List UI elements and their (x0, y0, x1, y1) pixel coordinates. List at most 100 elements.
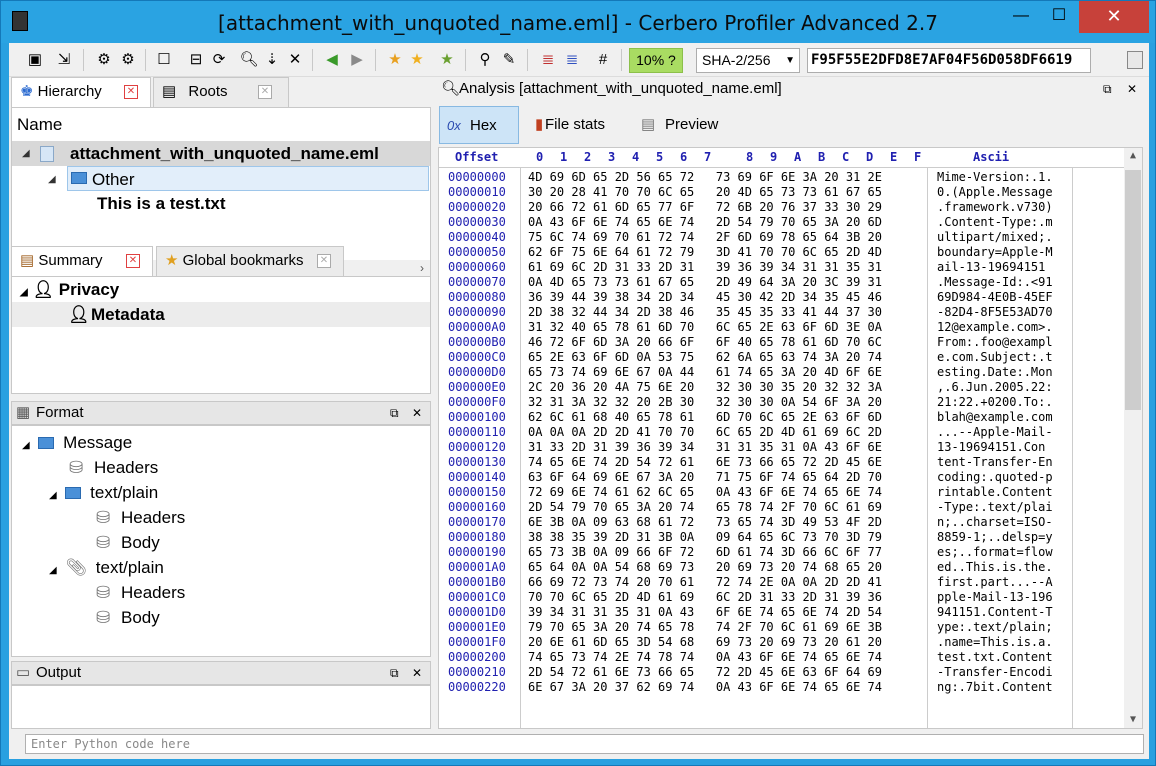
format-item[interactable]: ◢ 📎︎ text/plain (49, 555, 164, 580)
ascii-row[interactable]: Mime-Version:.1. (937, 170, 1053, 185)
hex-view[interactable]: Offset Ascii 0123456789ABCDEF 00000000 00… (438, 147, 1143, 729)
summary-item-metadata[interactable]: 👤︎ Metadata (12, 302, 430, 327)
format-item[interactable]: ⛁ Body (96, 530, 160, 555)
hex-bytes-row[interactable]: 39 34 31 31 35 31 0A 43 6F 6E 74 65 6E 7… (528, 605, 882, 620)
hex-bytes-row[interactable]: 65 2E 63 6F 6D 0A 53 75 62 6A 65 63 74 3… (528, 350, 882, 365)
zoom-icon[interactable]: 🔍︎ (239, 50, 259, 70)
bookmark-go-icon[interactable]: ★ (437, 50, 457, 70)
expand-arrow-icon[interactable]: ◢ (22, 440, 30, 451)
ascii-row[interactable]: ail-13-19694151 (937, 260, 1045, 275)
save-icon[interactable]: ▣ (25, 50, 45, 70)
hex-bytes-row[interactable]: 31 33 2D 31 39 36 39 34 31 31 35 31 0A 4… (528, 440, 882, 455)
bookmark-icon[interactable]: ★ (407, 50, 427, 70)
hex-bytes-row[interactable]: 0A 4D 65 73 73 61 67 65 2D 49 64 3A 20 3… (528, 275, 882, 290)
tab-preview[interactable]: ▤ Preview (635, 106, 725, 144)
float-panel-icon[interactable]: ⧉ (1103, 79, 1112, 99)
hex-bytes-column[interactable]: 4D 69 6D 65 2D 56 65 72 73 69 6F 6E 3A 2… (521, 168, 928, 728)
ascii-row[interactable]: 13-19694151.Con (937, 440, 1045, 455)
hex-bytes-row[interactable]: 38 38 35 39 2D 31 3B 0A 09 64 65 6C 73 7… (528, 530, 882, 545)
ascii-row[interactable]: -Transfer-Encodi (937, 665, 1053, 680)
ascii-row[interactable]: ,.6.Jun.2005.22: (937, 380, 1053, 395)
hex-bytes-row[interactable]: 63 6F 64 69 6E 67 3A 20 71 75 6F 74 65 6… (528, 470, 882, 485)
ascii-row[interactable]: 941151.Content-T (937, 605, 1053, 620)
ascii-row[interactable]: .name=This.is.a. (937, 635, 1053, 650)
ascii-row[interactable]: .Content-Type:.m (937, 215, 1053, 230)
hex-bytes-row[interactable]: 2D 38 32 44 34 2D 38 46 35 45 35 33 41 4… (528, 305, 882, 320)
close-icon[interactable]: ✕ (412, 402, 422, 424)
output-panel[interactable] (11, 685, 431, 729)
ascii-row[interactable]: rintable.Content (937, 485, 1053, 500)
open-icon[interactable]: ⇲ (54, 50, 74, 70)
ascii-row[interactable]: ed..This.is.the. (937, 560, 1053, 575)
ascii-row[interactable]: 0.(Apple.Message (937, 185, 1053, 200)
ascii-row[interactable]: -82D4-8F5E53AD70 (937, 305, 1053, 320)
hash-value-field[interactable]: F95F55E2DFD8E7AF04F56D058DF6619 (807, 48, 1091, 73)
float-panel-icon[interactable]: ⧉ (390, 662, 399, 684)
ascii-row[interactable]: ng:.7bit.Content (937, 680, 1053, 695)
python-console-input[interactable]: Enter Python code here (25, 734, 1144, 754)
ascii-row[interactable]: 69D984-4E0B-45EF (937, 290, 1053, 305)
hex-bytes-row[interactable]: 2D 54 72 61 6E 73 66 65 72 2D 45 6E 63 6… (528, 665, 882, 680)
remove-icon[interactable]: ✕ (285, 50, 305, 70)
ascii-row[interactable]: .Message-Id:.<91 (937, 275, 1053, 290)
hex-bytes-row[interactable]: 30 20 28 41 70 70 6C 65 20 4D 65 73 73 6… (528, 185, 882, 200)
tab-roots[interactable]: ▤ Roots ✕ (153, 77, 289, 107)
hex-bytes-row[interactable]: 62 6F 75 6E 64 61 72 79 3D 41 70 70 6C 6… (528, 245, 882, 260)
scroll-down-icon[interactable]: ▼ (1124, 714, 1142, 725)
ascii-row[interactable]: 12@example.com>. (937, 320, 1053, 335)
expand-arrow-icon[interactable]: ◢ (48, 167, 56, 192)
hex-bytes-row[interactable]: 65 73 74 69 6E 67 0A 44 61 74 65 3A 20 4… (528, 365, 882, 380)
minimize-button[interactable]: — (1003, 1, 1039, 33)
hex-bytes-row[interactable]: 74 65 73 74 2E 74 78 74 0A 43 6F 6E 74 6… (528, 650, 882, 665)
ascii-row[interactable]: ype:.text/plain; (937, 620, 1053, 635)
ascii-row[interactable]: 8859-1;..delsp=y (937, 530, 1053, 545)
settings-gear-icon[interactable]: ⚙ (94, 50, 114, 70)
close-icon[interactable]: ✕ (412, 662, 422, 684)
ascii-row[interactable]: e.com.Subject:.t (937, 350, 1053, 365)
copy-icon[interactable] (1127, 51, 1143, 69)
entropy-indicator[interactable]: 10% ? (629, 48, 683, 73)
hex-bytes-row[interactable]: 46 72 6F 6D 3A 20 66 6F 6F 40 65 78 61 6… (528, 335, 882, 350)
hex-bytes-row[interactable]: 31 32 40 65 78 61 6D 70 6C 65 2E 63 6F 6… (528, 320, 882, 335)
ascii-row[interactable]: -Type:.text/plai (937, 500, 1053, 515)
format-item[interactable]: ◢ text/plain (49, 480, 158, 505)
expand-arrow-icon[interactable]: ◢ (49, 490, 57, 501)
tab-hierarchy[interactable]: ♚ Hierarchy ✕ (11, 77, 151, 107)
hex-bytes-row[interactable]: 75 6C 74 69 70 61 72 74 2F 6D 69 78 65 6… (528, 230, 882, 245)
scrollbar-thumb[interactable] (1125, 170, 1141, 410)
hex-bytes-row[interactable]: 65 73 3B 0A 09 66 6F 72 6D 61 74 3D 66 6… (528, 545, 882, 560)
go-to-icon[interactable]: ⇣ (262, 50, 282, 70)
scan-icon[interactable]: ⚲ (475, 50, 495, 70)
list-icon[interactable]: ≣ (538, 50, 558, 70)
hex-bytes-row[interactable]: 66 69 72 73 74 20 70 61 72 74 2E 0A 0A 2… (528, 575, 882, 590)
window-icon[interactable]: ☐ (154, 50, 174, 70)
hex-bytes-row[interactable]: 2D 54 79 70 65 3A 20 74 65 78 74 2F 70 6… (528, 500, 882, 515)
close-icon[interactable]: ✕ (124, 85, 138, 99)
close-icon[interactable]: ✕ (317, 254, 331, 268)
maximize-button[interactable]: ☐ (1041, 1, 1077, 33)
vertical-scrollbar[interactable]: ▲ ▼ (1124, 148, 1142, 728)
ascii-row[interactable]: .framework.v730) (937, 200, 1053, 215)
hash-algorithm-select[interactable]: SHA-2/256 ▼ (696, 48, 800, 73)
forward-arrow-icon[interactable]: ▶ (347, 50, 367, 70)
hex-bytes-row[interactable]: 0A 0A 0A 2D 2D 41 70 70 6C 65 2D 4D 61 6… (528, 425, 882, 440)
format-item[interactable]: ⛁ Headers (96, 505, 185, 530)
ascii-row[interactable]: ...--Apple-Mail- (937, 425, 1053, 440)
tree-item-other[interactable]: ◢ Other (48, 166, 429, 191)
tab-global-bookmarks[interactable]: ★ Global bookmarks ✕ (156, 246, 344, 276)
float-panel-icon[interactable]: ⧉ (390, 402, 399, 424)
ascii-row[interactable]: tent-Transfer-En (937, 455, 1053, 470)
list-filter-icon[interactable]: ≣ (562, 50, 582, 70)
hex-bytes-row[interactable]: 6E 67 3A 20 37 62 69 74 0A 43 6F 6E 74 6… (528, 680, 882, 695)
hex-bytes-row[interactable]: 61 69 6C 2D 31 33 2D 31 39 36 39 34 31 3… (528, 260, 882, 275)
ascii-row[interactable]: blah@example.com (937, 410, 1053, 425)
hex-bytes-row[interactable]: 20 6E 61 6D 65 3D 54 68 69 73 20 69 73 2… (528, 635, 882, 650)
hex-bytes-row[interactable]: 4D 69 6D 65 2D 56 65 72 73 69 6F 6E 3A 2… (528, 170, 882, 185)
tab-summary[interactable]: ▤ Summary ✕ (11, 246, 153, 276)
hex-bytes-row[interactable]: 6E 3B 0A 09 63 68 61 72 73 65 74 3D 49 5… (528, 515, 882, 530)
expand-arrow-icon[interactable]: ◢ (20, 287, 28, 298)
ascii-row[interactable]: From:.foo@exampl (937, 335, 1053, 350)
format-item[interactable]: ⛁ Headers (69, 455, 158, 480)
close-icon[interactable]: ✕ (126, 254, 140, 268)
hex-bytes-row[interactable]: 65 64 0A 0A 54 68 69 73 20 69 73 20 74 6… (528, 560, 882, 575)
